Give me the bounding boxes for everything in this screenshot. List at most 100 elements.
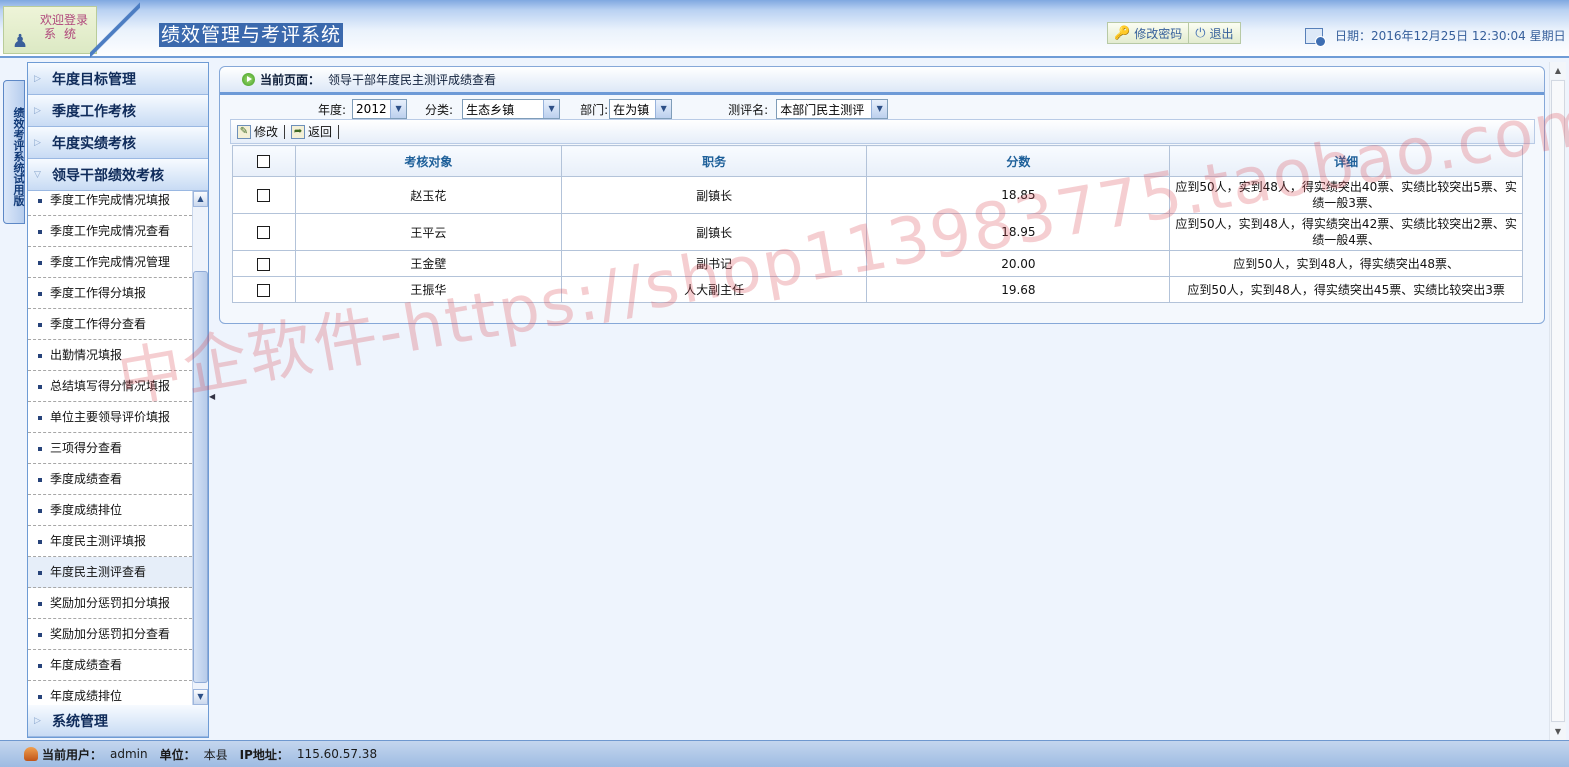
logout-button[interactable]: ⏻ 退出 <box>1188 23 1239 43</box>
sidebar: ▷ 年度目标管理 ▷ 季度工作考核 ▷ 年度实绩考核 ▽ 领导干部绩效考核 季度… <box>27 62 209 738</box>
bullet-icon <box>38 601 42 606</box>
top-actions: 🔑 修改密码 ⏻ 退出 <box>1107 22 1241 44</box>
scroll-down-icon[interactable]: ▼ <box>1550 723 1566 740</box>
sidebar-group-quarterly-work[interactable]: ▷ 季度工作考核 <box>28 95 208 127</box>
sidebar-item-label: 年度民主测评查看 <box>50 565 147 579</box>
table-row[interactable]: 王振华 人大副主任 19.68 应到50人，实到48人，得实绩突出45票、实绩比… <box>232 276 1523 303</box>
sidebar-item[interactable]: 单位主要领导评价填报 <box>28 402 192 433</box>
sidebar-item[interactable]: 奖励加分惩罚扣分查看 <box>28 619 192 650</box>
logo: ♟ 欢迎登录 系统 <box>3 6 97 54</box>
cell-position: 副镇长 <box>560 176 868 214</box>
sidebar-group-leader-assessment[interactable]: ▽ 领导干部绩效考核 <box>28 159 208 191</box>
sidebar-item[interactable]: 季度成绩查看 <box>28 464 192 495</box>
sidebar-item[interactable]: 奖励加分惩罚扣分填报 <box>28 588 192 619</box>
scroll-thumb[interactable] <box>193 271 208 683</box>
row-checkbox[interactable] <box>257 283 271 297</box>
date-text: 日期：2016年12月25日 12:30:04 星期日 <box>1335 29 1566 43</box>
app-header: ♟ 欢迎登录 系统 绩效管理与考评系统 🔑 修改密码 ⏻ 退出 日期：2016年… <box>0 0 1569 58</box>
cell-detail: 应到50人，实到48人，得实绩突出42票、实绩比较突出2票、实绩一般4票、 <box>1169 213 1523 251</box>
breadcrumb: 当前页面： 领导干部年度民主测评成绩查看 <box>220 67 1544 95</box>
sidebar-item-label: 季度工作完成情况填报 <box>50 193 171 207</box>
sidebar-item[interactable]: 季度工作完成情况查看 <box>28 216 192 247</box>
category-label: 分类: <box>425 102 454 117</box>
scroll-down-icon[interactable]: ▼ <box>193 689 208 705</box>
table-row[interactable]: 赵玉花 副镇长 18.85 应到50人，实到48人，得实绩突出40票、实绩比较突… <box>232 176 1523 214</box>
sidebar-item-label: 季度工作完成情况管理 <box>50 255 171 269</box>
department-label: 部门: <box>580 102 609 117</box>
sidebar-item-active[interactable]: 年度民主测评查看 <box>28 557 192 588</box>
sidebar-item-label: 季度成绩查看 <box>50 472 123 486</box>
scroll-thumb[interactable] <box>1551 80 1565 722</box>
chevron-down-icon: ▼ <box>871 100 888 118</box>
row-checkbox[interactable] <box>257 257 271 271</box>
back-arrow-icon: ➦ <box>291 124 306 139</box>
category-select[interactable]: 生态乡镇 ▼ <box>462 99 561 119</box>
cell-name: 王振华 <box>294 276 562 303</box>
chevron-down-icon: ▼ <box>655 100 672 118</box>
sidebar-item[interactable]: 总结填写得分情况填报 <box>28 371 192 402</box>
department-value: 在为镇 <box>613 102 650 117</box>
vertical-system-tab[interactable]: 绩效考评系统试用版 <box>3 80 25 224</box>
sidebar-item[interactable]: 出勤情况填报 <box>28 340 192 371</box>
bullet-icon <box>38 353 42 358</box>
cell-detail: 应到50人，实到48人，得实绩突出48票、 <box>1169 250 1523 277</box>
sidebar-item-label: 年度成绩查看 <box>50 658 123 672</box>
bullet-icon <box>38 198 42 203</box>
sidebar-item[interactable]: 季度工作得分填报 <box>28 278 192 309</box>
edit-button[interactable]: ✎ 修改 <box>237 123 284 140</box>
sidebar-item[interactable]: 季度工作得分查看 <box>28 309 192 340</box>
year-select[interactable]: 2012 ▼ <box>352 99 408 119</box>
sidebar-item[interactable]: 季度成绩排位 <box>28 495 192 526</box>
scroll-up-icon[interactable]: ▲ <box>1550 62 1566 79</box>
toolbar: ✎ 修改 ➦ 返回 <box>230 119 1535 144</box>
department-select[interactable]: 在为镇 ▼ <box>609 99 673 119</box>
row-checkbox[interactable] <box>257 226 271 239</box>
evaluation-value: 本部门民主测评 <box>780 102 865 117</box>
breadcrumb-value: 领导干部年度民主测评成绩查看 <box>328 73 497 87</box>
sidebar-submenu: 季度工作完成情况填报 季度工作完成情况查看 季度工作完成情况管理 季度工作得分填… <box>28 191 192 705</box>
evaluation-select[interactable]: 本部门民主测评 ▼ <box>776 99 889 119</box>
breadcrumb-label: 当前页面： <box>260 73 321 87</box>
sidebar-item[interactable]: 年度民主测评填报 <box>28 526 192 557</box>
page-scrollbar[interactable]: ▲ ▼ <box>1549 62 1566 740</box>
change-password-button[interactable]: 🔑 修改密码 <box>1108 23 1188 43</box>
cell-position: 人大副主任 <box>560 276 868 303</box>
column-header-detail[interactable]: 详细 <box>1169 145 1523 177</box>
cell-position: 副书记 <box>560 250 868 277</box>
sidebar-group-label: 年度目标管理 <box>52 71 136 88</box>
sidebar-item[interactable]: 年度成绩排位 <box>28 681 192 705</box>
cell-position: 副镇长 <box>560 213 868 251</box>
bullet-icon <box>38 229 42 234</box>
evaluation-label: 测评名: <box>728 102 769 117</box>
chevron-down-icon: ▽ <box>34 169 41 180</box>
scroll-up-icon[interactable]: ▲ <box>193 191 208 207</box>
sidebar-scrollbar[interactable]: ▲ ▼ <box>192 191 208 705</box>
bullet-icon <box>38 415 42 420</box>
sidebar-item[interactable]: 三项得分查看 <box>28 433 192 464</box>
table-row[interactable]: 王金壁 副书记 20.00 应到50人，实到48人，得实绩突出48票、 <box>232 250 1523 277</box>
sidebar-item[interactable]: 季度工作完成情况填报 <box>28 191 192 216</box>
user-group-icon: ♟ <box>12 31 29 52</box>
bullet-icon <box>38 508 42 513</box>
sidebar-item-label: 年度民主测评填报 <box>50 534 147 548</box>
sidebar-item[interactable]: 季度工作完成情况管理 <box>28 247 192 278</box>
bullet-icon <box>38 291 42 296</box>
sidebar-group-label: 领导干部绩效考核 <box>52 167 164 184</box>
system-title: 绩效管理与考评系统 <box>159 23 344 47</box>
sidebar-item[interactable]: 年度成绩查看 <box>28 650 192 681</box>
sidebar-group-system[interactable]: ▷ 系统管理 <box>28 705 208 737</box>
collapse-sidebar-icon[interactable]: ◀ <box>209 392 215 412</box>
select-all-checkbox[interactable] <box>257 155 271 168</box>
sidebar-group-annual-goal[interactable]: ▷ 年度目标管理 <box>28 63 208 95</box>
cell-detail: 应到50人，实到48人，得实绩突出40票、实绩比较突出5票、实绩一般3票、 <box>1169 176 1523 214</box>
user-icon <box>24 747 38 761</box>
column-header-position[interactable]: 职务 <box>560 145 868 177</box>
column-header-target[interactable]: 考核对象 <box>294 145 562 177</box>
table-row[interactable]: 王平云 副镇长 18.95 应到50人，实到48人，得实绩突出42票、实绩比较突… <box>232 213 1523 251</box>
row-checkbox[interactable] <box>257 189 271 202</box>
sidebar-item-label: 年度成绩排位 <box>50 689 123 703</box>
sidebar-group-annual-performance[interactable]: ▷ 年度实绩考核 <box>28 127 208 159</box>
current-user-value: admin <box>110 747 148 761</box>
back-button[interactable]: ➦ 返回 <box>291 123 338 140</box>
column-header-score[interactable]: 分数 <box>866 145 1171 177</box>
